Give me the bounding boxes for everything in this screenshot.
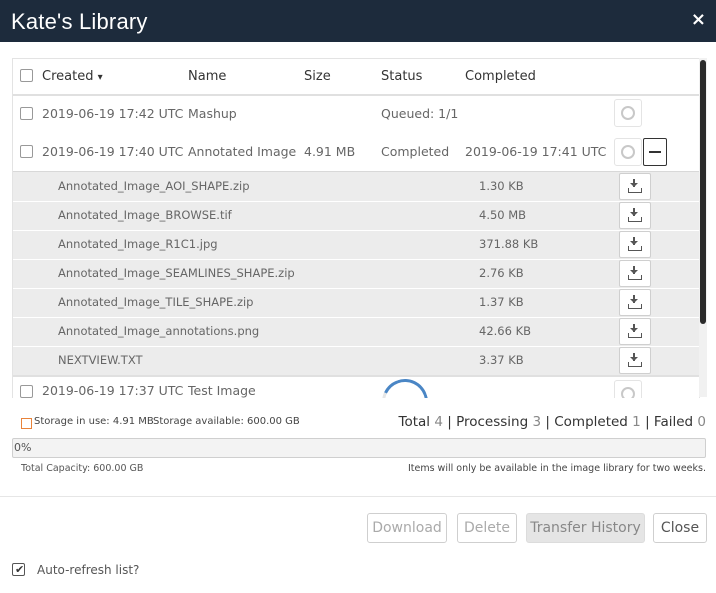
column-completed-header[interactable]: Completed	[465, 69, 536, 84]
column-name-header[interactable]: Name	[188, 69, 226, 84]
file-size: 1.30 KB	[479, 179, 524, 193]
row-created: 2019-06-19 17:40 UTC	[42, 144, 184, 159]
column-created-label: Created	[42, 69, 94, 84]
row-action-button[interactable]	[614, 99, 642, 127]
file-name: NEXTVIEW.TXT	[58, 353, 143, 367]
file-name: Annotated_Image_R1C1.jpg	[58, 237, 218, 251]
row-checkbox[interactable]	[20, 145, 33, 158]
list-item: Annotated_Image_TILE_SHAPE.zip 1.37 KB	[13, 288, 699, 318]
checkmark-icon: ✔	[15, 563, 25, 576]
window-title: Kate's Library	[11, 9, 148, 34]
file-name: Annotated_Image_AOI_SHAPE.zip	[58, 179, 250, 193]
row-checkbox[interactable]	[20, 385, 33, 398]
row-name: Test Image	[188, 383, 256, 398]
total-capacity: Total Capacity: 600.00 GB	[21, 463, 144, 474]
file-download-button[interactable]	[619, 260, 651, 287]
file-name: Annotated_Image_SEAMLINES_SHAPE.zip	[58, 266, 295, 280]
storage-summary: Storage in use: 4.91 MB Storage availabl…	[21, 414, 706, 432]
row-status: Queued: 1/1	[381, 106, 459, 121]
file-download-button[interactable]	[619, 202, 651, 229]
table-row: 2019-06-19 17:37 UTC Test Image	[13, 375, 699, 398]
file-download-button[interactable]	[619, 347, 651, 374]
table-header: Created ▾ Name Size Status Completed	[13, 59, 699, 96]
file-list: Annotated_Image_AOI_SHAPE.zip 1.30 KB An…	[13, 171, 699, 376]
storage-in-use: Storage in use: 4.91 MB	[34, 416, 154, 427]
footer-divider	[0, 496, 716, 497]
column-size-header[interactable]: Size	[304, 69, 331, 84]
cog-icon	[621, 145, 635, 159]
row-action-button[interactable]	[614, 138, 642, 166]
column-created-header[interactable]: Created ▾	[42, 69, 103, 84]
status-totals: Total 4 | Processing 3 | Completed 1 | F…	[398, 414, 706, 430]
transfer-history-button[interactable]: Transfer History	[526, 513, 645, 543]
file-size: 42.66 KB	[479, 324, 532, 338]
auto-refresh-label: Auto-refresh list?	[37, 563, 140, 577]
file-name: Annotated_Image_annotations.png	[58, 324, 260, 338]
minus-icon	[649, 151, 661, 153]
sort-desc-icon: ▾	[97, 72, 103, 83]
storage-available: Storage available: 600.00 GB	[153, 416, 300, 427]
table-scrollbar[interactable]	[699, 58, 707, 397]
storage-progress-label: 0%	[14, 441, 32, 454]
file-size: 371.88 KB	[479, 237, 539, 251]
storage-progress-bar: 0%	[12, 438, 706, 458]
row-created: 2019-06-19 17:42 UTC	[42, 106, 184, 121]
table-row: 2019-06-19 17:40 UTC Annotated Image 4.9…	[13, 133, 699, 171]
row-name: Mashup	[188, 106, 237, 121]
file-size: 3.37 KB	[479, 353, 524, 367]
close-icon[interactable]: ×	[691, 9, 706, 30]
list-item: Annotated_Image_R1C1.jpg 371.88 KB	[13, 230, 699, 260]
row-checkbox[interactable]	[20, 107, 33, 120]
download-button[interactable]: Download	[367, 513, 447, 543]
row-name: Annotated Image	[188, 144, 297, 159]
list-item: Annotated_Image_AOI_SHAPE.zip 1.30 KB	[13, 172, 699, 202]
list-item: NEXTVIEW.TXT 3.37 KB	[13, 346, 699, 376]
retention-note: Items will only be available in the imag…	[407, 463, 706, 474]
delete-button[interactable]: Delete	[457, 513, 517, 543]
library-table: Created ▾ Name Size Status Completed 201…	[12, 58, 700, 398]
file-download-button[interactable]	[619, 231, 651, 258]
file-download-button[interactable]	[619, 289, 651, 316]
file-size: 2.76 KB	[479, 266, 524, 280]
collapse-button[interactable]	[643, 138, 667, 166]
select-all-checkbox[interactable]	[20, 69, 33, 82]
file-size: 4.50 MB	[479, 208, 527, 222]
title-bar: Kate's Library ×	[0, 0, 716, 42]
storage-legend-icon	[21, 418, 32, 429]
list-item: Annotated_Image_BROWSE.tif 4.50 MB	[13, 201, 699, 231]
row-completed: 2019-06-19 17:41 UTC	[465, 144, 607, 159]
column-status-header[interactable]: Status	[381, 69, 422, 84]
row-status: Completed	[381, 144, 450, 159]
file-download-button[interactable]	[619, 173, 651, 200]
list-item: Annotated_Image_annotations.png 42.66 KB	[13, 317, 699, 347]
table-row: 2019-06-19 17:42 UTC Mashup Queued: 1/1	[13, 95, 699, 133]
close-button[interactable]: Close	[653, 513, 707, 543]
cog-icon	[621, 106, 635, 120]
row-size: 4.91 MB	[304, 144, 356, 159]
row-action-button[interactable]	[614, 380, 642, 398]
file-download-button[interactable]	[619, 318, 651, 345]
file-size: 1.37 KB	[479, 295, 524, 309]
file-name: Annotated_Image_BROWSE.tif	[58, 208, 232, 222]
file-name: Annotated_Image_TILE_SHAPE.zip	[58, 295, 254, 309]
list-item: Annotated_Image_SEAMLINES_SHAPE.zip 2.76…	[13, 259, 699, 289]
row-created: 2019-06-19 17:37 UTC	[42, 383, 184, 398]
scrollbar-thumb[interactable]	[700, 60, 706, 324]
cog-icon	[621, 387, 635, 398]
